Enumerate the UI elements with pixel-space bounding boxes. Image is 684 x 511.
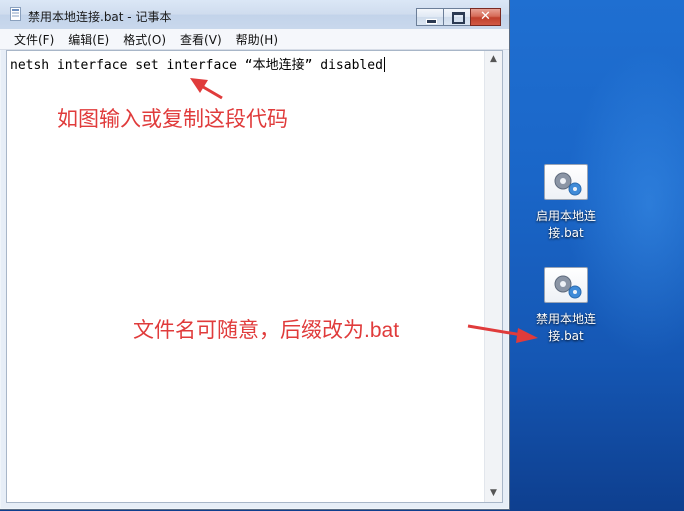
text-caret — [383, 57, 385, 72]
notepad-icon — [10, 7, 21, 21]
minimize-icon — [426, 19, 437, 24]
scroll-down-arrow-icon[interactable]: ▼ — [485, 485, 502, 502]
menu-view[interactable]: 查看(V) — [173, 31, 229, 48]
gear-batch-file-icon — [544, 267, 588, 303]
notepad-window: 禁用本地连接.bat - 记事本 ✕ 文件(F) 编辑(E) 格式(O) 查看(… — [0, 0, 510, 510]
desktop-icon-label-line1: 禁用本地连 — [535, 312, 596, 326]
maximize-button[interactable] — [443, 8, 471, 26]
annotation-bottom-ext: .bat — [364, 319, 400, 342]
desktop-icon-disable-connection[interactable]: 禁用本地连接.bat — [526, 267, 606, 345]
annotation-bottom: 文件名可随意，后缀改为.bat — [133, 314, 399, 344]
gear-batch-file-icon — [544, 164, 588, 200]
desktop-icon-label: 启用本地连接.bat — [526, 208, 606, 242]
maximize-icon — [452, 12, 465, 24]
desktop: 禁用本地连接.bat - 记事本 ✕ 文件(F) 编辑(E) 格式(O) 查看(… — [0, 0, 684, 511]
desktop-icon-enable-connection[interactable]: 启用本地连接.bat — [526, 164, 606, 242]
close-icon: ✕ — [480, 9, 491, 24]
desktop-icon-label: 禁用本地连接.bat — [526, 311, 606, 345]
menu-bar: 文件(F) 编辑(E) 格式(O) 查看(V) 帮助(H) — [0, 29, 509, 50]
desktop-icon-label-line2: 接.bat — [548, 329, 584, 343]
editor-text-line: netsh interface set interface “本地连接” dis… — [10, 54, 385, 73]
close-button[interactable]: ✕ — [470, 8, 501, 26]
vertical-scrollbar[interactable]: ▲ ▼ — [484, 51, 502, 502]
window-controls: ✕ — [416, 8, 501, 26]
editor-content: netsh interface set interface “本地连接” dis… — [10, 58, 383, 73]
window-title: 禁用本地连接.bat - 记事本 — [28, 10, 172, 24]
menu-help[interactable]: 帮助(H) — [229, 31, 285, 48]
menu-file[interactable]: 文件(F) — [0, 31, 61, 48]
annotation-top: 如图输入或复制这段代码 — [57, 107, 288, 131]
annotation-bottom-prefix: 文件名可随意，后缀改为 — [133, 318, 364, 342]
menu-edit[interactable]: 编辑(E) — [61, 31, 116, 48]
title-bar[interactable]: 禁用本地连接.bat - 记事本 ✕ — [0, 0, 509, 30]
scroll-up-arrow-icon[interactable]: ▲ — [485, 51, 502, 68]
desktop-icon-label-line1: 启用本地连 — [535, 209, 596, 223]
minimize-button[interactable] — [416, 8, 444, 26]
desktop-icon-label-line2: 接.bat — [548, 226, 584, 240]
menu-format[interactable]: 格式(O) — [116, 31, 173, 48]
